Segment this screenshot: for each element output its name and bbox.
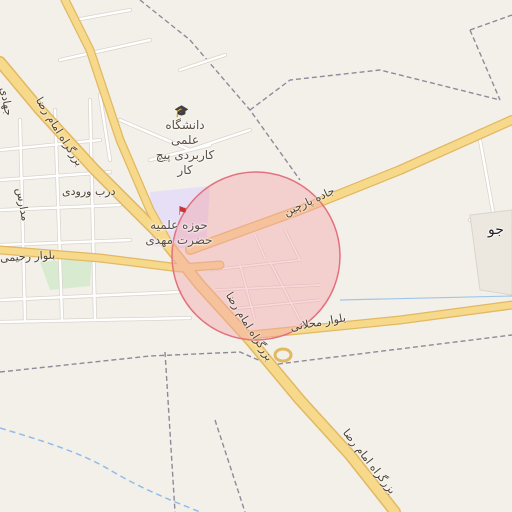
graduation-cap-icon[interactable]: 🎓 bbox=[174, 104, 189, 118]
poi-seminary-label[interactable]: حوزه علمیه حضرت مهدی bbox=[144, 218, 214, 248]
interchange-loop bbox=[273, 347, 293, 363]
road-label-darb-vorudi: درب ورودی bbox=[62, 185, 116, 198]
map-canvas[interactable] bbox=[0, 0, 512, 512]
water-line bbox=[339, 295, 512, 301]
map-view[interactable]: 🎓 دانشگاه علمی کاربردی پیچ کار ⚑ حوزه عل… bbox=[0, 0, 512, 512]
poi-university-label[interactable]: دانشگاه علمی کاربردی پیچ کار bbox=[150, 118, 220, 178]
park-area bbox=[40, 258, 92, 290]
landmark-icon[interactable]: ⚑ bbox=[177, 204, 188, 218]
place-label-east[interactable]: جو bbox=[488, 222, 504, 238]
